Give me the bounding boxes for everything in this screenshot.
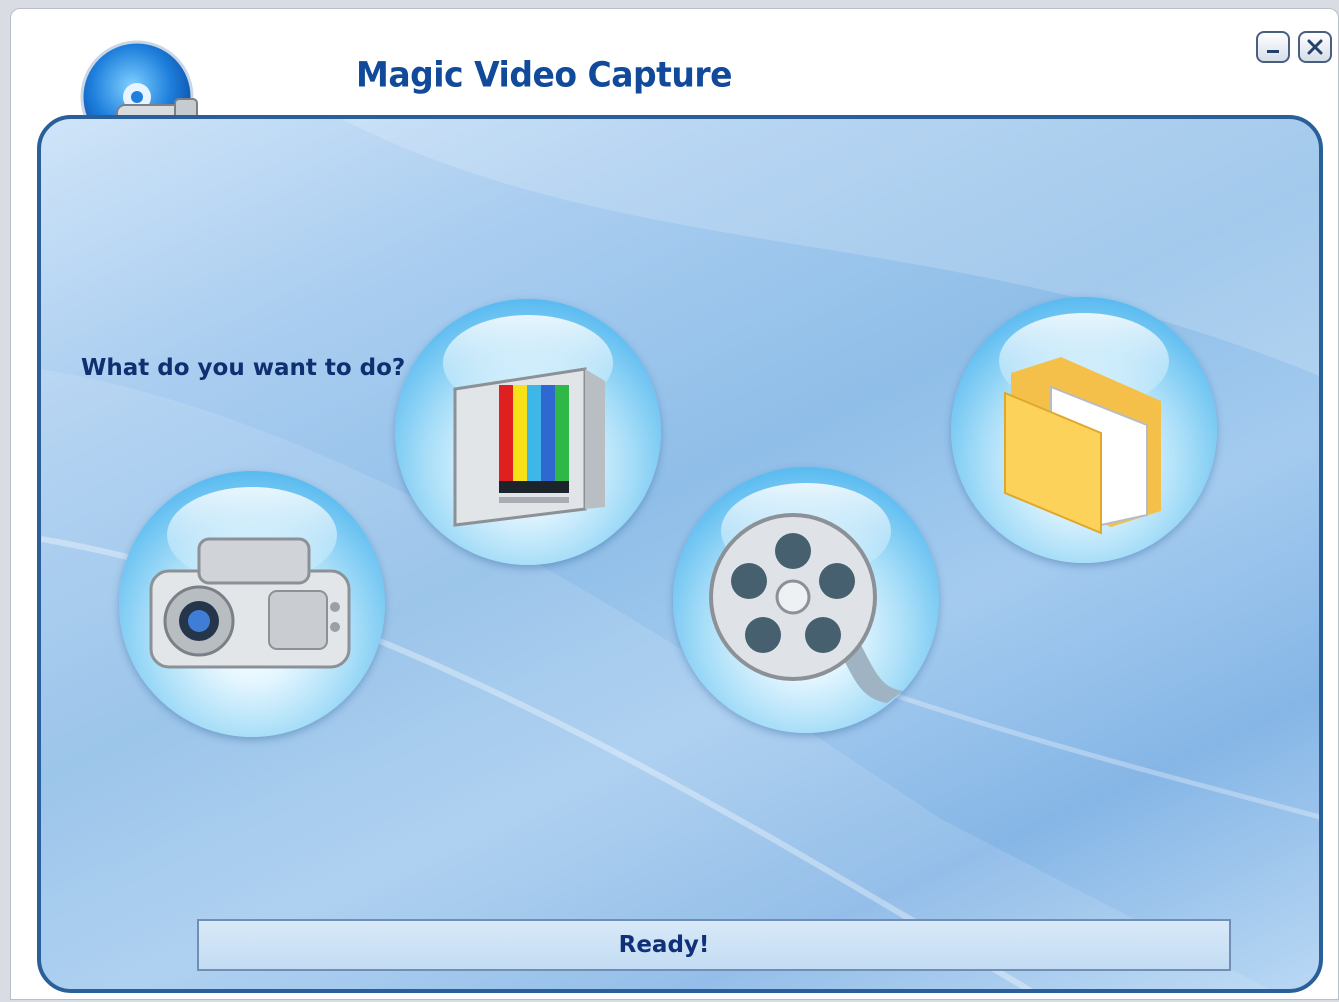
app-window: Magic Video Capture What do you want to … <box>10 8 1339 1000</box>
convert-video-button[interactable] <box>673 467 939 733</box>
tv-icon <box>453 367 605 527</box>
close-icon <box>1307 39 1323 55</box>
minimize-button[interactable] <box>1256 31 1290 63</box>
minimize-icon <box>1267 50 1279 53</box>
open-folder-button[interactable] <box>951 297 1217 563</box>
capture-camcorder-button[interactable] <box>119 471 385 737</box>
status-text: Ready! <box>618 932 710 958</box>
close-button[interactable] <box>1298 31 1332 63</box>
camcorder-icon <box>149 537 351 669</box>
app-title: Magic Video Capture <box>356 54 733 95</box>
film-reel-icon <box>709 513 903 703</box>
status-bar: Ready! <box>197 919 1231 971</box>
main-panel: What do you want to do? Ready! <box>37 115 1323 993</box>
capture-tv-button[interactable] <box>395 299 661 565</box>
folder-icon <box>1004 357 1161 535</box>
prompt-label: What do you want to do? <box>81 355 406 381</box>
